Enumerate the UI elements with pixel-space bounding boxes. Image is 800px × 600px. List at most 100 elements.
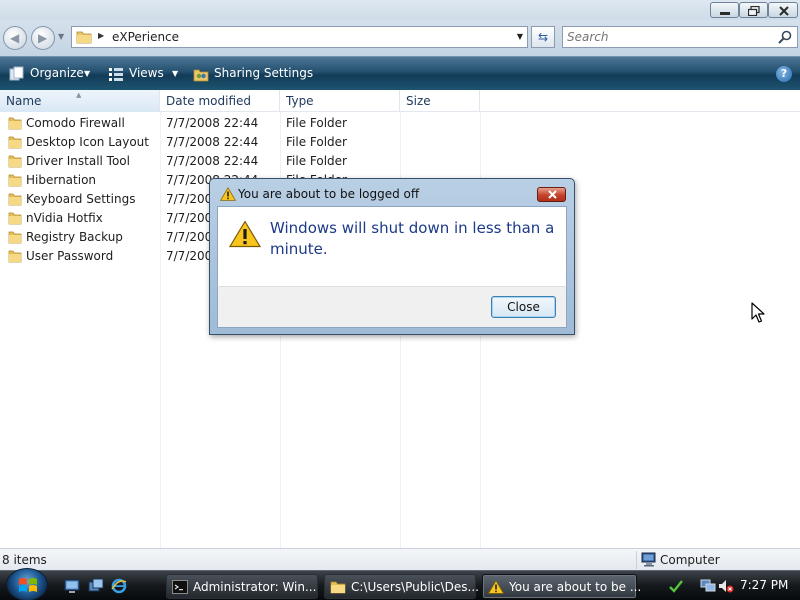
file-name: Driver Install Tool bbox=[26, 154, 130, 168]
refresh-icon: ⇆ bbox=[537, 30, 549, 44]
file-date: 7/7/2008 22:44 bbox=[166, 116, 259, 130]
back-button[interactable]: ◀ bbox=[3, 26, 27, 50]
history-dropdown-icon[interactable]: ▼ bbox=[58, 32, 64, 41]
search-box bbox=[562, 26, 798, 48]
restore-icon bbox=[748, 6, 760, 16]
file-name: nVidia Hotfix bbox=[26, 211, 103, 225]
folder-icon bbox=[8, 136, 22, 149]
table-row[interactable]: Comodo Firewall 7/7/2008 22:44 File Fold… bbox=[0, 114, 480, 133]
chevron-down-icon: ▼ bbox=[84, 69, 91, 78]
table-row[interactable]: Desktop Icon Layout 7/7/2008 22:44 File … bbox=[0, 133, 480, 152]
sharing-icon bbox=[193, 69, 209, 82]
organize-icon bbox=[9, 66, 24, 81]
search-icon[interactable] bbox=[777, 29, 793, 45]
column-header-size[interactable]: Size bbox=[400, 90, 480, 112]
file-type: File Folder bbox=[286, 116, 347, 130]
address-dropdown-icon[interactable]: ▼ bbox=[517, 32, 523, 41]
folder-icon bbox=[8, 117, 22, 130]
warning-icon bbox=[488, 580, 504, 594]
file-name: Comodo Firewall bbox=[26, 116, 125, 130]
window-titlebar bbox=[0, 0, 800, 20]
sharing-settings-label: Sharing Settings bbox=[214, 66, 314, 80]
folder-icon bbox=[8, 231, 22, 244]
forward-button[interactable]: ▶ bbox=[31, 26, 55, 50]
network-icon[interactable] bbox=[700, 578, 716, 594]
volume-muted-icon[interactable] bbox=[718, 578, 734, 594]
command-toolbar: Organize ▼ Views ▼ Sharing Settings ? bbox=[0, 56, 800, 90]
dialog-content: Windows will shut down in less than a mi… bbox=[217, 206, 567, 286]
folder-icon bbox=[8, 155, 22, 168]
clock[interactable]: 7:27 PM bbox=[740, 578, 788, 592]
dialog-message: Windows will shut down in less than a mi… bbox=[270, 219, 555, 258]
taskbar-button-label: C:\Users\Public\Des... bbox=[351, 580, 479, 594]
minimize-button[interactable] bbox=[710, 2, 739, 18]
dialog-footer: Close bbox=[217, 286, 567, 328]
taskbar-button-dialog[interactable]: You are about to be ... bbox=[482, 574, 641, 599]
minimize-icon bbox=[720, 12, 730, 15]
folder-icon bbox=[76, 31, 92, 44]
status-divider bbox=[636, 551, 637, 569]
file-name: Desktop Icon Layout bbox=[26, 135, 149, 149]
security-check-icon[interactable] bbox=[668, 578, 684, 594]
warning-icon bbox=[220, 187, 236, 201]
file-type: File Folder bbox=[286, 154, 347, 168]
start-button[interactable] bbox=[6, 568, 48, 600]
organize-label: Organize bbox=[30, 66, 84, 80]
file-name: Keyboard Settings bbox=[26, 192, 136, 206]
address-path[interactable]: eXPerience bbox=[112, 30, 179, 44]
windows-logo-icon bbox=[19, 578, 37, 592]
taskbar-button-cmd[interactable]: Administrator: Win... bbox=[166, 574, 318, 599]
back-arrow-icon: ◀ bbox=[10, 31, 20, 45]
item-count: 8 items bbox=[2, 553, 47, 567]
sort-ascending-icon: ▲ bbox=[76, 91, 82, 99]
show-desktop-icon[interactable] bbox=[64, 578, 80, 594]
close-button[interactable]: Close bbox=[491, 296, 556, 318]
taskbar-button-label: You are about to be ... bbox=[509, 580, 642, 594]
folder-icon bbox=[8, 250, 22, 263]
maximize-button[interactable] bbox=[739, 2, 768, 18]
help-button[interactable]: ? bbox=[776, 66, 792, 82]
dialog-close-x-button[interactable] bbox=[537, 187, 566, 202]
status-location: Computer bbox=[660, 553, 720, 567]
file-name: Hibernation bbox=[26, 173, 97, 187]
internet-explorer-icon[interactable] bbox=[111, 578, 127, 594]
address-row: ◀ ▶ ▼ ▶ eXPerience ▼ ⇆ bbox=[0, 20, 800, 56]
views-icon bbox=[109, 68, 123, 81]
file-date: 7/7/2008 22:44 bbox=[166, 135, 259, 149]
folder-icon bbox=[8, 174, 22, 187]
file-date: 7/7/2008 22:44 bbox=[166, 154, 259, 168]
taskbar-button-explorer[interactable]: C:\Users\Public\Des... bbox=[324, 574, 479, 599]
file-name: User Password bbox=[26, 249, 114, 263]
address-bar[interactable]: ▶ eXPerience ▼ bbox=[71, 26, 528, 48]
window-close-button[interactable] bbox=[768, 2, 798, 18]
file-name: Registry Backup bbox=[26, 230, 123, 244]
breadcrumb-chevron-icon[interactable]: ▶ bbox=[98, 31, 104, 40]
chevron-down-icon: ▼ bbox=[172, 69, 179, 78]
warning-icon bbox=[229, 220, 261, 248]
dialog-title: You are about to be logged off bbox=[238, 187, 420, 201]
folder-icon bbox=[8, 212, 22, 225]
organize-button[interactable]: Organize ▼ bbox=[9, 65, 93, 83]
taskbar-button-label: Administrator: Win... bbox=[193, 580, 317, 594]
close-icon bbox=[548, 190, 557, 199]
command-prompt-icon bbox=[172, 580, 188, 594]
table-row[interactable]: Driver Install Tool 7/7/2008 22:44 File … bbox=[0, 152, 480, 171]
sharing-settings-button[interactable]: Sharing Settings bbox=[193, 65, 313, 83]
status-bar: 8 items Computer bbox=[0, 548, 800, 570]
folder-icon bbox=[330, 581, 346, 594]
mouse-cursor-icon bbox=[751, 302, 765, 323]
refresh-button[interactable]: ⇆ bbox=[531, 26, 555, 48]
close-icon bbox=[779, 6, 789, 16]
search-input[interactable] bbox=[567, 29, 767, 45]
forward-arrow-icon: ▶ bbox=[38, 31, 48, 45]
column-header-name[interactable]: ▲ Name bbox=[0, 90, 160, 112]
column-header-date[interactable]: Date modified bbox=[160, 90, 280, 112]
views-button[interactable]: Views ▼ bbox=[108, 65, 180, 83]
taskbar: Administrator: Win... C:\Users\Public\De… bbox=[0, 568, 800, 600]
views-label: Views bbox=[129, 66, 164, 80]
logoff-dialog: You are about to be logged off Windows w… bbox=[209, 178, 575, 335]
switch-windows-icon[interactable] bbox=[88, 578, 104, 594]
column-header-type[interactable]: Type bbox=[280, 90, 400, 112]
computer-icon bbox=[641, 552, 656, 567]
column-header-name-label: Name bbox=[6, 94, 42, 108]
